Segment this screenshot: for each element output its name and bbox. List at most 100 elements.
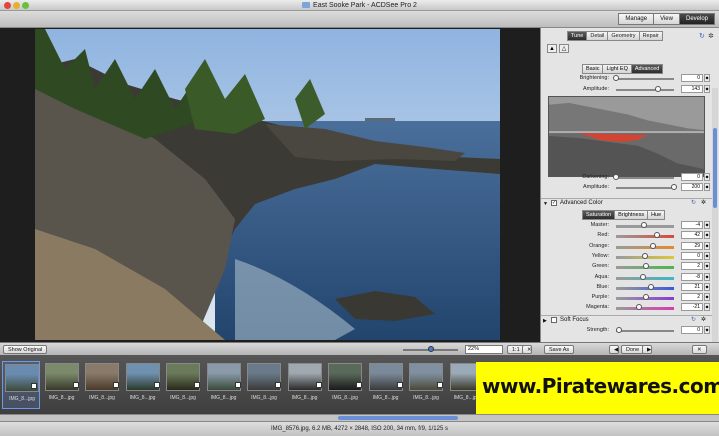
blue-knob[interactable] xyxy=(647,283,654,290)
master-value[interactable]: -4 xyxy=(681,221,703,229)
magenta-stepper[interactable]: ◆ xyxy=(704,303,710,312)
orange-value[interactable]: 29 xyxy=(681,241,703,250)
brightening-value[interactable]: 0 xyxy=(681,74,703,82)
aqua-stepper[interactable]: ◆ xyxy=(704,272,710,281)
green-value[interactable]: 2 xyxy=(681,262,703,271)
disclosure-triangle-icon[interactable]: ▼ xyxy=(543,201,548,207)
prev-image-button[interactable]: ◀ xyxy=(609,345,619,354)
advanced-color-header[interactable]: ▼ ✓ Advanced Color ↻ ✲ xyxy=(541,198,713,208)
amplitude-top-knob[interactable] xyxy=(654,86,661,92)
filmstrip-thumbnail[interactable]: IMG_8...jpg xyxy=(83,361,121,409)
filmstrip-thumbnail[interactable]: IMG_8...jpg xyxy=(245,361,283,409)
blue-slider[interactable] xyxy=(616,286,674,290)
done-button[interactable]: Done xyxy=(621,345,645,354)
advanced-color-checkbox[interactable]: ✓ xyxy=(551,200,557,206)
image-canvas[interactable] xyxy=(0,28,540,342)
darkening-value[interactable]: 0 xyxy=(681,173,703,181)
color-tab-brightness[interactable]: Brightness xyxy=(614,210,649,220)
clipping-warning-icon[interactable]: △ xyxy=(559,44,569,53)
purple-knob[interactable] xyxy=(642,294,649,301)
filmstrip-thumbnail[interactable]: IMG_8...jpg xyxy=(2,361,40,409)
tune-tab-basic[interactable]: Basic xyxy=(582,64,604,74)
strength-slider[interactable] xyxy=(616,330,674,332)
yellow-stepper[interactable]: ◆ xyxy=(704,251,710,260)
save-as-button[interactable]: Save As xyxy=(544,345,575,354)
next-image-button[interactable]: ▶ xyxy=(642,345,652,354)
tune-tab-advanced[interactable]: Advanced xyxy=(630,64,664,74)
tab-tune[interactable]: Tune xyxy=(567,31,588,41)
purple-value[interactable]: 2 xyxy=(681,293,703,302)
mode-tab-view[interactable]: View xyxy=(653,13,680,25)
master-knob[interactable] xyxy=(640,222,647,228)
orange-stepper[interactable]: ◆ xyxy=(704,241,710,250)
strength-value[interactable]: 0 xyxy=(681,326,703,334)
tab-repair[interactable]: Repair xyxy=(638,31,663,41)
orange-knob[interactable] xyxy=(650,242,657,249)
mode-tab-manage[interactable]: Manage xyxy=(618,13,655,25)
darkening-knob[interactable] xyxy=(613,174,619,180)
purple-stepper[interactable]: ◆ xyxy=(704,293,710,302)
magenta-value[interactable]: -21 xyxy=(681,303,703,312)
color-tab-saturation[interactable]: Saturation xyxy=(582,210,616,220)
brightening-knob[interactable] xyxy=(613,75,619,81)
yellow-knob[interactable] xyxy=(642,252,648,259)
filmstrip-scroll-thumb[interactable] xyxy=(338,416,458,420)
histogram-toggle-icon[interactable]: ▲ xyxy=(547,44,557,53)
soft-focus-header[interactable]: ▶ Soft Focus ↻ ✲ xyxy=(541,315,713,325)
filmstrip-thumbnail[interactable]: IMG_8...jpg xyxy=(326,361,364,409)
tab-detail[interactable]: Detail xyxy=(586,31,609,41)
darkening-slider[interactable] xyxy=(616,177,674,179)
red-slider[interactable] xyxy=(616,235,674,239)
amplitude-bottom-stepper[interactable]: ◆ xyxy=(704,183,710,191)
filmstrip-thumbnail[interactable]: IMG_8...jpg xyxy=(164,361,202,409)
amplitude-top-slider[interactable] xyxy=(616,89,674,91)
red-value[interactable]: 42 xyxy=(681,231,703,240)
amplitude-top-stepper[interactable]: ◆ xyxy=(704,85,710,93)
filmstrip-thumbnail[interactable]: IMG_8...jpg xyxy=(205,361,243,409)
fit-screen-button[interactable]: ✕ xyxy=(522,345,532,354)
amplitude-bottom-value[interactable]: 200 xyxy=(681,183,703,191)
filmstrip-thumbnail[interactable]: IMG_8...jpg xyxy=(43,361,81,409)
strength-knob[interactable] xyxy=(616,327,622,333)
cancel-button[interactable]: ✕ xyxy=(692,345,707,354)
soft-focus-gear-icon[interactable]: ✲ xyxy=(701,316,706,323)
green-stepper[interactable]: ◆ xyxy=(704,262,710,271)
mode-tab-develop[interactable]: Develop xyxy=(678,13,715,25)
zoom-slider-knob[interactable] xyxy=(428,346,434,352)
orange-slider[interactable] xyxy=(616,245,674,249)
filmstrip-thumbnail[interactable]: IMG_8...jpg xyxy=(124,361,162,409)
panel-scrollbar[interactable] xyxy=(712,88,718,348)
green-knob[interactable] xyxy=(642,263,649,270)
zoom-level-select[interactable]: 22% xyxy=(465,345,503,354)
collapsed-triangle-icon[interactable]: ▶ xyxy=(543,318,547,324)
advanced-color-reset-icon[interactable]: ↻ xyxy=(691,199,696,206)
filmstrip-thumbnail[interactable]: IMG_8...jpg xyxy=(367,361,405,409)
filmstrip-thumbnail[interactable]: IMG_8...jpg xyxy=(407,361,445,409)
brightening-stepper[interactable]: ◆ xyxy=(704,74,710,82)
yellow-value[interactable]: 0 xyxy=(681,251,703,260)
advanced-color-gear-icon[interactable]: ✲ xyxy=(701,199,706,206)
panel-scroll-thumb[interactable] xyxy=(713,128,717,208)
tune-tab-light-eq[interactable]: Light EQ xyxy=(602,64,632,74)
strength-stepper[interactable]: ◆ xyxy=(704,326,710,334)
blue-value[interactable]: 21 xyxy=(681,282,703,291)
settings-gear-icon[interactable]: ✲ xyxy=(708,32,714,40)
master-stepper[interactable]: ◆ xyxy=(704,221,710,229)
magenta-slider[interactable] xyxy=(616,307,674,311)
brightening-slider[interactable] xyxy=(616,78,674,80)
tab-geometry[interactable]: Geometry xyxy=(607,31,640,41)
soft-focus-checkbox[interactable] xyxy=(551,317,557,323)
darkening-stepper[interactable]: ◆ xyxy=(704,173,710,181)
amplitude-top-value[interactable]: 143 xyxy=(681,85,703,93)
color-tab-hue[interactable]: Hue xyxy=(647,210,666,220)
soft-focus-reset-icon[interactable]: ↻ xyxy=(691,316,696,323)
amplitude-bottom-knob[interactable] xyxy=(671,184,677,190)
blue-stepper[interactable]: ◆ xyxy=(704,282,710,291)
aqua-knob[interactable] xyxy=(639,273,646,280)
reset-icon[interactable]: ↻ xyxy=(699,32,705,40)
filmstrip-scrollbar[interactable] xyxy=(0,414,719,421)
show-original-button[interactable]: Show Original xyxy=(3,345,48,354)
red-stepper[interactable]: ◆ xyxy=(704,231,710,240)
filmstrip-thumbnail[interactable]: IMG_8...jpg xyxy=(286,361,324,409)
aqua-value[interactable]: -8 xyxy=(681,272,703,281)
